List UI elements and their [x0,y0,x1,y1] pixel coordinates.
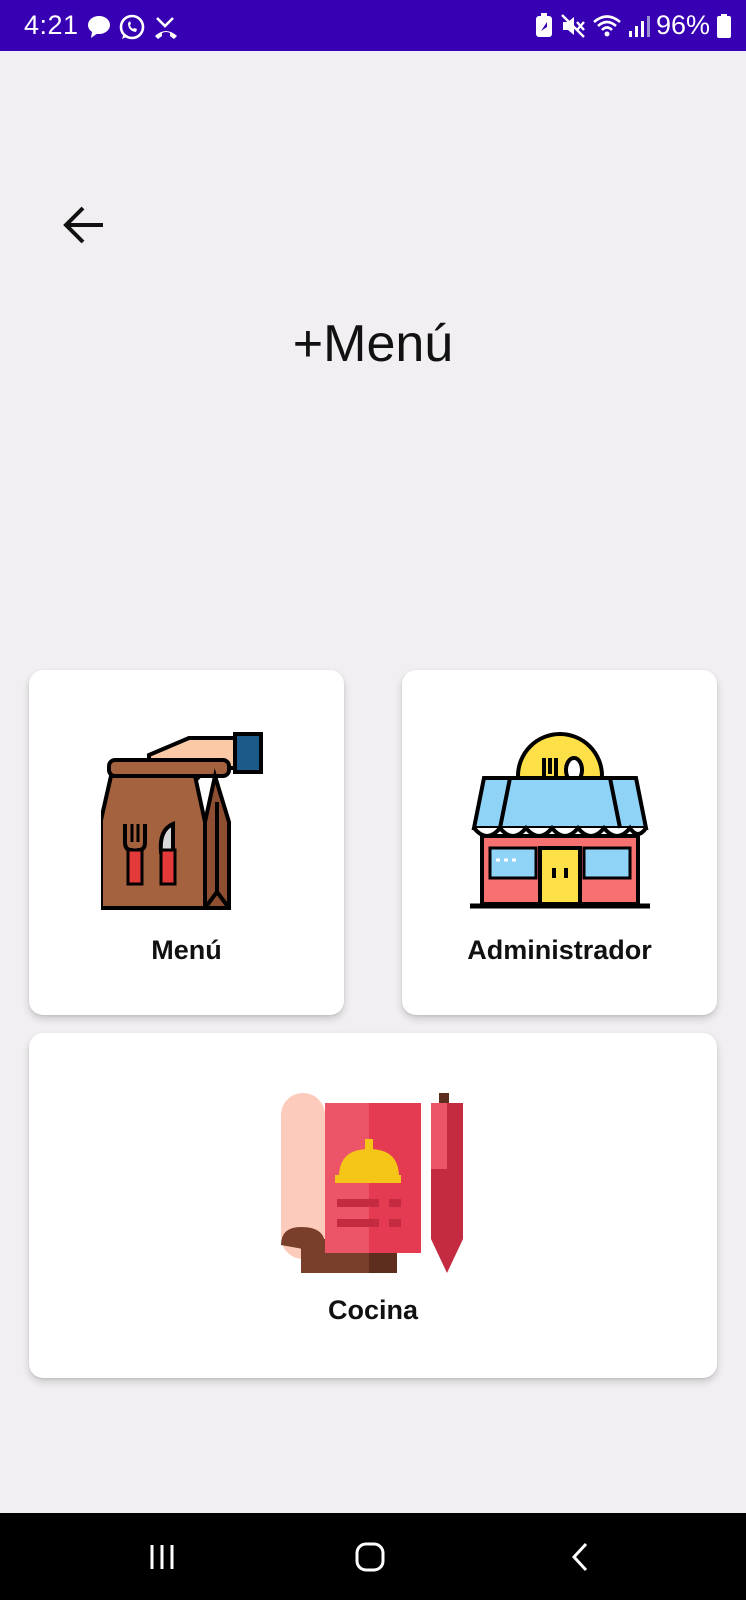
nav-back-button[interactable] [550,1533,610,1581]
battery-percent: 96% [655,10,710,40]
back-button[interactable] [52,193,116,257]
mute-icon [561,13,585,38]
signal-icon [628,15,650,37]
menu-card-label: Menú [151,935,222,965]
status-time: 4:21 [24,10,79,40]
recents-icon [150,1545,174,1569]
chat-bubble-icon [88,16,110,38]
recipe-menu-icon [281,1093,463,1273]
back-icon [571,1542,588,1572]
status-bar: 4:21 96% [0,0,746,51]
admin-card-label: Administrador [467,935,652,965]
food-bag-icon [101,732,263,910]
cocina-card[interactable]: Cocina [29,1033,717,1378]
cocina-card-label: Cocina [327,1295,419,1325]
restaurant-store-icon [470,732,650,909]
wifi-icon [593,14,621,36]
navigation-bar [0,1513,746,1600]
missed-call-icon [155,17,177,39]
home-icon [355,1542,385,1572]
status-left-icons [86,14,180,42]
whatsapp-icon [119,14,145,40]
arrow-back-icon [63,206,103,244]
status-right: 96% [534,10,732,41]
battery-saver-icon [535,12,552,37]
menu-card[interactable]: Menú [29,670,344,1015]
admin-card[interactable]: Administrador [402,670,717,1015]
page-title: +Menú [292,315,454,373]
recents-button[interactable] [132,1533,192,1581]
home-button[interactable] [340,1533,400,1581]
battery-icon [717,13,731,38]
